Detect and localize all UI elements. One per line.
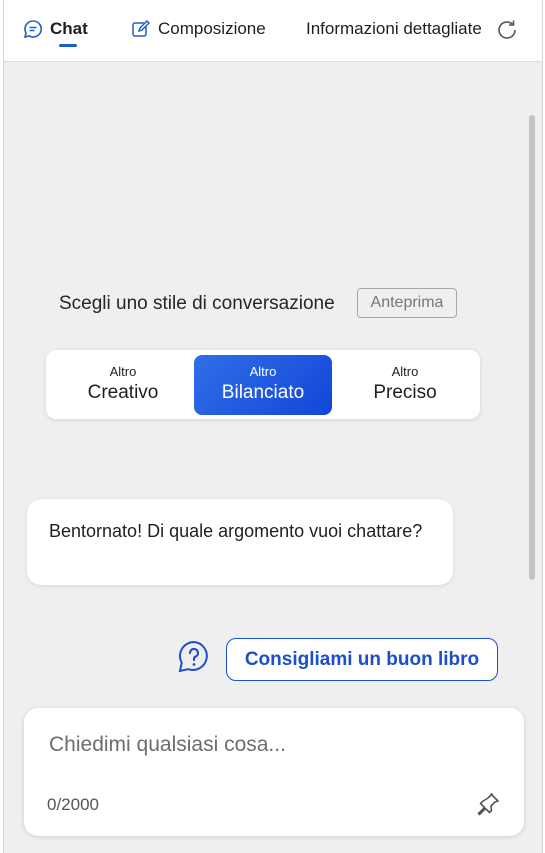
chat-panel: Chat Composizione Informazioni dettaglia… xyxy=(3,0,543,853)
conversation-style-selector: Altro Creativo Altro Bilanciato Altro Pr… xyxy=(46,350,480,419)
style-option-name: Creativo xyxy=(87,382,159,403)
tab-compose-label: Composizione xyxy=(158,19,266,38)
tab-insights-label: Informazioni dettagliate xyxy=(306,19,482,38)
chat-input[interactable] xyxy=(49,730,469,760)
compose-icon xyxy=(130,18,152,40)
preview-badge: Anteprima xyxy=(357,288,457,318)
chat-bubble-icon xyxy=(22,18,44,40)
style-option-balanced[interactable]: Altro Bilanciato xyxy=(194,355,332,415)
style-option-creative[interactable]: Altro Creativo xyxy=(54,355,192,415)
scrollbar[interactable] xyxy=(529,115,535,580)
bot-message: Bentornato! Di quale argomento vuoi chat… xyxy=(27,499,453,585)
style-option-name: Bilanciato xyxy=(221,382,305,403)
pin-icon[interactable] xyxy=(474,790,502,818)
character-counter: 0/2000 xyxy=(47,795,99,814)
refresh-icon[interactable] xyxy=(494,17,520,43)
help-icon[interactable] xyxy=(176,639,212,675)
style-option-more-label: Altro xyxy=(391,364,419,379)
tab-insights[interactable]: Informazioni dettagliate xyxy=(306,16,482,42)
input-card: 0/2000 xyxy=(24,708,524,836)
tab-chat-label: Chat xyxy=(50,19,88,38)
style-option-more-label: Altro xyxy=(249,364,277,379)
suggestion-button[interactable]: Consigliami un buon libro xyxy=(226,638,498,681)
style-option-precise[interactable]: Altro Preciso xyxy=(336,355,474,415)
style-option-name: Preciso xyxy=(373,382,437,403)
active-tab-indicator xyxy=(59,44,77,47)
tab-bar: Chat Composizione Informazioni dettaglia… xyxy=(4,0,542,62)
tab-compose[interactable]: Composizione xyxy=(130,16,266,42)
style-option-more-label: Altro xyxy=(109,364,137,379)
tab-chat[interactable]: Chat xyxy=(22,16,88,47)
conversation-style-label: Scegli uno stile di conversazione xyxy=(59,293,335,314)
